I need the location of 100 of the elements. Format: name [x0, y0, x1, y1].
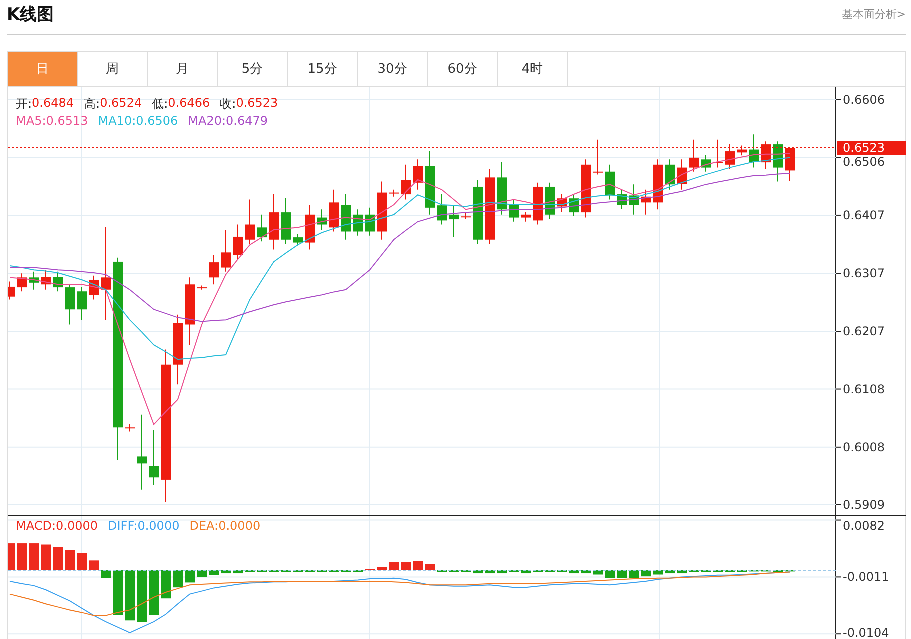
macd-bar	[545, 570, 555, 572]
macd-bar	[209, 570, 219, 576]
price-axis-label: 0.5909	[843, 498, 885, 512]
macd-bar	[533, 570, 543, 572]
quote-value: 0.6466	[168, 96, 210, 112]
candlestick	[449, 204, 459, 238]
candlestick	[713, 139, 723, 168]
macd-bar	[557, 570, 567, 572]
candlestick	[497, 162, 507, 216]
candlestick	[617, 189, 627, 210]
macd-bar	[641, 570, 651, 577]
candlestick	[245, 199, 255, 246]
macd-bar	[113, 570, 123, 616]
macd-axis-label: 0.0082	[843, 519, 885, 533]
macd-bar	[437, 570, 447, 572]
macd-bar	[725, 570, 735, 572]
price-axis-label: 0.6307	[843, 266, 885, 281]
macd-bar	[581, 570, 591, 574]
candlestick	[233, 224, 243, 260]
candlestick	[569, 194, 579, 217]
macd-bar	[485, 570, 495, 574]
macd-bar	[617, 570, 627, 578]
candlestick	[149, 429, 159, 486]
macd-bar	[509, 570, 519, 572]
macd-bar	[281, 570, 291, 572]
quote-label: 开:	[16, 96, 32, 113]
macd-bar	[689, 570, 699, 572]
macd-bar	[653, 570, 663, 575]
candlestick	[29, 271, 39, 290]
fundamental-analysis-link[interactable]: 基本面分析>	[842, 7, 906, 22]
macd-bar	[29, 544, 39, 570]
ma-value: 0.6513	[46, 114, 88, 128]
macd-bar	[569, 570, 579, 574]
quote-label: 收:	[220, 96, 236, 113]
macd-bar	[17, 544, 27, 570]
candlestick	[461, 212, 471, 220]
candlestick	[53, 271, 63, 292]
candlestick	[365, 207, 375, 236]
candlestick	[173, 314, 183, 386]
macd-bar	[8, 544, 15, 570]
quote-value: 0.6524	[100, 96, 142, 112]
candlestick	[209, 254, 219, 286]
macd-bar	[77, 553, 87, 570]
candlestick	[689, 139, 699, 172]
macd-legend-value: 0.0000	[138, 519, 180, 533]
candlestick	[401, 164, 411, 200]
macd-bar	[53, 547, 63, 570]
macd-legend-value: 0.0000	[56, 519, 98, 533]
macd-bar	[593, 570, 603, 575]
quote-value: 0.6523	[236, 96, 278, 112]
candlestick	[329, 189, 339, 232]
macd-legend-label: DIFF:	[108, 519, 138, 533]
quote-label: 低:	[152, 96, 168, 113]
candlestick	[425, 151, 435, 216]
candlestick	[269, 194, 279, 250]
candlestick	[581, 159, 591, 218]
chart-title: K线图	[7, 4, 54, 26]
candlestick	[593, 139, 603, 176]
macd-bar	[497, 570, 507, 574]
macd-bar	[713, 570, 723, 572]
macd-bar	[665, 570, 675, 574]
macd-bar	[173, 570, 183, 588]
macd-bar	[257, 570, 267, 572]
candlestick	[341, 194, 351, 240]
price-axis-label: 0.6108	[843, 382, 885, 396]
candlestick	[785, 146, 795, 182]
macd-bar	[353, 570, 363, 572]
ma-label: MA5:	[16, 114, 46, 128]
candlestick	[473, 180, 483, 246]
ma-label: MA10:	[98, 114, 136, 128]
ma-label: MA20:	[188, 114, 226, 128]
candlestick	[317, 209, 327, 230]
macd-bar	[605, 570, 615, 578]
macd-axis-label: -0.0011	[843, 570, 890, 584]
macd-bar	[317, 570, 327, 572]
price-axis-label: 0.6606	[843, 92, 885, 107]
macd-bar	[449, 570, 459, 572]
candlestick	[533, 182, 543, 226]
candlestick	[353, 209, 363, 236]
macd-bar	[65, 550, 75, 570]
candlestick	[641, 189, 651, 216]
candlestick	[701, 154, 711, 172]
macd-legend-label: DEA:	[190, 519, 219, 533]
candlestick	[629, 184, 639, 216]
price-axis-label: 0.6207	[843, 324, 885, 339]
candlestick	[413, 159, 423, 190]
candlestick	[437, 194, 447, 226]
candlestick	[77, 287, 87, 321]
macd-bar	[137, 570, 147, 622]
macd-bar	[377, 567, 387, 570]
candlestick	[761, 141, 771, 170]
macd-bar	[425, 564, 435, 570]
candlestick	[221, 230, 231, 272]
macd-axis-label: -0.0104	[843, 626, 890, 639]
candlestick	[17, 273, 27, 292]
quote-value: 0.6484	[32, 96, 74, 112]
candlestick	[185, 277, 195, 346]
candlestick	[773, 141, 783, 182]
macd-legend-label: MACD:	[16, 519, 56, 533]
macd-bar	[89, 560, 99, 570]
